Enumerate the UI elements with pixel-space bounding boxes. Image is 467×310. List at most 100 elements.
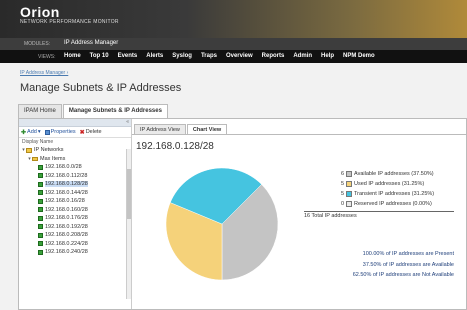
legend-label: Reserved IP addresses (0.00%) bbox=[354, 201, 432, 207]
nav-syslog[interactable]: Syslog bbox=[172, 53, 192, 59]
collapse-icon[interactable]: « bbox=[126, 119, 129, 125]
properties-label: Properties bbox=[50, 129, 76, 135]
nav-help[interactable]: Help bbox=[321, 53, 334, 59]
subnet-icon bbox=[38, 207, 43, 213]
tab-ip-address-view[interactable]: IP Address View bbox=[134, 124, 186, 134]
tree-panel-header: « bbox=[19, 119, 131, 127]
percent-present: 100.00% of IP addresses are Present bbox=[362, 251, 454, 257]
tree-subnet[interactable]: 192.168.0.0/28 bbox=[19, 163, 131, 172]
subnet-tree: ▾ IP Networks ▾ Max Items 192.168.0.0/28 192.… bbox=[19, 146, 131, 296]
module-name[interactable]: IP Address Manager bbox=[64, 40, 118, 46]
chart-legend: 6 Available IP addresses (37.50%) 5 Used IP… bbox=[304, 169, 454, 219]
nav-admin[interactable]: Admin bbox=[293, 53, 312, 59]
page-title: Manage Subnets & IP Addresses bbox=[20, 82, 182, 94]
properties-button[interactable]: Properties bbox=[44, 129, 76, 135]
tree-subnet[interactable]: 192.168.0.240/28 bbox=[19, 248, 131, 257]
legend-entry: 5 Used IP addresses (31.25%) bbox=[304, 179, 454, 189]
subnet-title: 192.168.0.128/28 bbox=[136, 141, 214, 152]
nav-events[interactable]: Events bbox=[118, 53, 138, 59]
tree-node-label: 192.168.0.192/28 bbox=[45, 223, 88, 230]
legend-count: 5 bbox=[340, 181, 344, 187]
tree-node-label: 192.168.0.128/28 bbox=[45, 181, 88, 188]
tree-subnet[interactable]: 192.168.0.112/28 bbox=[19, 172, 131, 181]
legend-swatch bbox=[346, 181, 352, 187]
main-tabs: IPAM Home Manage Subnets & IP Addresses bbox=[18, 104, 169, 118]
nav-traps[interactable]: Traps bbox=[201, 53, 217, 59]
add-icon: ✚ bbox=[21, 129, 27, 136]
tree-node-label: 192.168.0.208/28 bbox=[45, 232, 88, 239]
display-name-label: Display Name bbox=[22, 139, 54, 145]
tree-toolbar: ✚ Add ▾ Properties ✖ Delete bbox=[19, 127, 131, 138]
subnet-icon bbox=[38, 249, 43, 255]
tree-node-label: Max Items bbox=[40, 155, 66, 162]
tree-folder[interactable]: ▾ IP Networks bbox=[19, 146, 131, 155]
tree-subnet[interactable]: 192.168.0.208/28 bbox=[19, 231, 131, 240]
nav-top10[interactable]: Top 10 bbox=[90, 53, 109, 59]
tab-chart-view[interactable]: Chart View bbox=[186, 124, 228, 134]
views-label: VIEWS: bbox=[38, 53, 56, 60]
legend-count: 6 bbox=[340, 171, 344, 177]
legend-count: 0 bbox=[340, 201, 344, 207]
tree-node-label: 192.168.0.16/28 bbox=[45, 198, 85, 205]
subnet-icon bbox=[38, 181, 43, 187]
tree-node-label: 192.168.0.144/28 bbox=[45, 189, 88, 196]
tree-subnet[interactable]: 192.168.0.224/28 bbox=[19, 240, 131, 249]
legend-label: Available IP addresses (37.50%) bbox=[354, 171, 434, 177]
legend-entry: 0 Reserved IP addresses (0.00%) bbox=[304, 199, 454, 209]
delete-button[interactable]: ✖ Delete bbox=[80, 129, 102, 136]
content-area: « ✚ Add ▾ Properties ✖ Delete Display Nam… bbox=[18, 118, 467, 310]
nav-overview[interactable]: Overview bbox=[226, 53, 253, 59]
brand-name: Orion bbox=[20, 4, 60, 20]
legend-count: 5 bbox=[340, 191, 344, 197]
scrollbar-thumb[interactable] bbox=[127, 169, 131, 219]
nav-npm-demo[interactable]: NPM Demo bbox=[343, 53, 375, 59]
nav-home[interactable]: Home bbox=[64, 53, 81, 59]
delete-label: Delete bbox=[85, 129, 102, 135]
chart-panel: IP Address View Chart View 192.168.0.128… bbox=[132, 119, 466, 309]
add-label: Add bbox=[27, 129, 37, 135]
tab-manage-subnets[interactable]: Manage Subnets & IP Addresses bbox=[62, 104, 168, 118]
subnet-icon bbox=[38, 198, 43, 204]
properties-icon bbox=[44, 129, 50, 135]
tree-subnet[interactable]: 192.168.0.176/28 bbox=[19, 214, 131, 223]
tree-subnet[interactable]: 192.168.0.16/28 bbox=[19, 197, 131, 206]
tree-node-label: 192.168.0.176/28 bbox=[45, 215, 88, 222]
subnet-icon bbox=[38, 224, 43, 230]
subnet-icon bbox=[38, 173, 43, 179]
brand-logo: Orion NETWORK PERFORMANCE MONITOR bbox=[20, 4, 119, 25]
legend-label: Used IP addresses (31.25%) bbox=[354, 181, 425, 187]
tree-node-label: 192.168.0.240/28 bbox=[45, 249, 88, 256]
delete-icon: ✖ bbox=[79, 129, 85, 136]
legend-entry: 5 Transient IP addresses (31.25%) bbox=[304, 189, 454, 199]
tree-folder[interactable]: ▾ Max Items bbox=[19, 155, 131, 164]
tree-subnet[interactable]: 192.168.0.144/28 bbox=[19, 189, 131, 198]
percent-available: 37.50% of IP addresses are Available bbox=[362, 261, 454, 268]
tree-node-label: IP Networks bbox=[34, 147, 64, 154]
subnet-icon bbox=[38, 164, 43, 170]
tree-subnet[interactable]: 192.168.0.192/28 bbox=[19, 223, 131, 232]
legend-label: Transient IP addresses (31.25%) bbox=[354, 191, 435, 197]
nav-alerts[interactable]: Alerts bbox=[146, 53, 163, 59]
tree-subnet[interactable]: 192.168.0.128/28 bbox=[19, 180, 131, 189]
tree-node-label: 192.168.0.112/28 bbox=[45, 172, 88, 179]
tree-node-label: 192.168.0.160/28 bbox=[45, 206, 88, 213]
module-bar: MODULES: IP Address Manager bbox=[0, 38, 467, 50]
header-banner: Orion NETWORK PERFORMANCE MONITOR bbox=[0, 0, 467, 38]
breadcrumb[interactable]: IP Address Manager › bbox=[20, 70, 68, 76]
subnet-icon bbox=[38, 215, 43, 221]
legend-swatch bbox=[346, 191, 352, 197]
tree-subnet[interactable]: 192.168.0.160/28 bbox=[19, 206, 131, 215]
tab-ipam-home[interactable]: IPAM Home bbox=[18, 104, 62, 118]
brand-subtitle: NETWORK PERFORMANCE MONITOR bbox=[20, 19, 119, 25]
subnet-icon bbox=[38, 190, 43, 196]
total-ip-count: 16 Total IP addresses bbox=[304, 211, 454, 219]
add-button[interactable]: ✚ Add ▾ bbox=[21, 129, 41, 136]
tree-scrollbar[interactable] bbox=[126, 149, 131, 299]
legend-entry: 6 Available IP addresses (37.50%) bbox=[304, 169, 454, 179]
ip-usage-pie-chart bbox=[165, 167, 279, 281]
folder-icon bbox=[32, 156, 38, 161]
nav-reports[interactable]: Reports bbox=[262, 53, 285, 59]
folder-icon bbox=[26, 148, 32, 153]
tab-divider bbox=[132, 134, 466, 135]
module-bar-label: MODULES: bbox=[24, 41, 51, 47]
